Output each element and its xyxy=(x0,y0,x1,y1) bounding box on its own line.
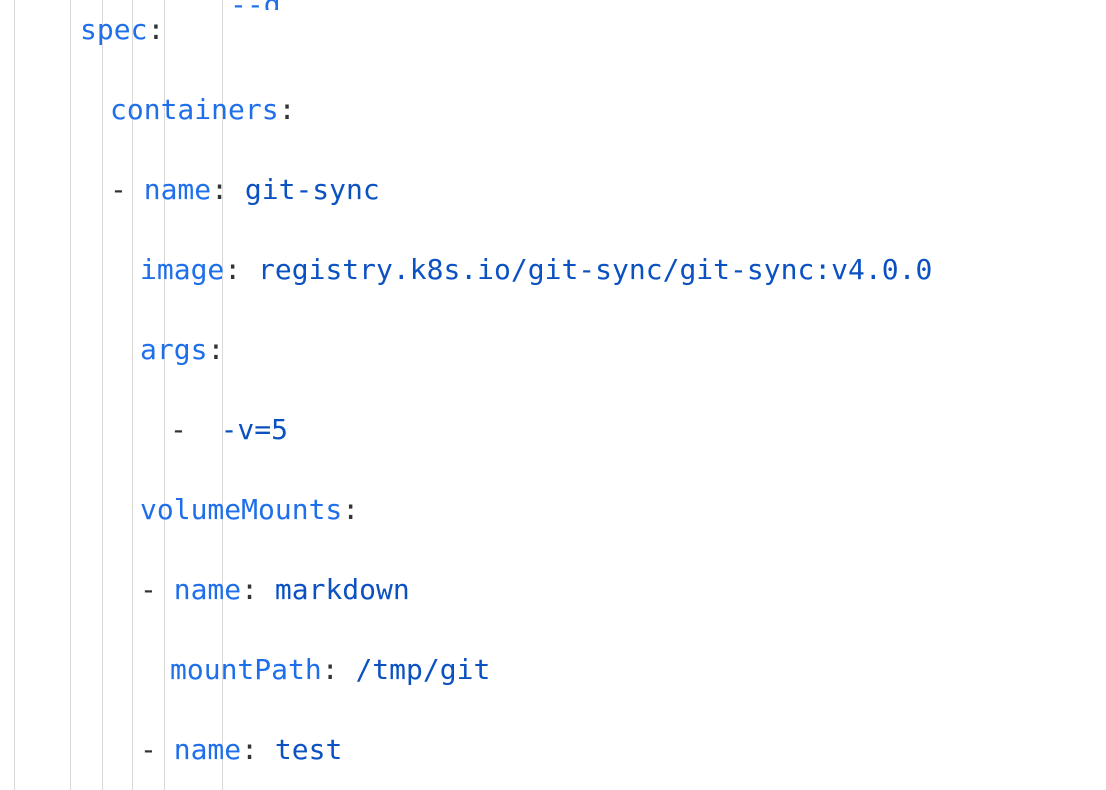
yaml-dash: - xyxy=(110,173,144,206)
yaml-colon: : xyxy=(207,333,224,366)
code-editor-viewport: --gspec: containers: - name: git-sync im… xyxy=(0,0,1106,790)
yaml-key: mountPath xyxy=(170,653,322,686)
code-line[interactable]: spec: xyxy=(10,10,1106,50)
yaml-key: args xyxy=(140,333,207,366)
code-line[interactable]: args: xyxy=(10,330,1106,370)
yaml-value: /tmp/git xyxy=(355,653,490,686)
code-line[interactable]: containers: xyxy=(10,90,1106,130)
yaml-colon: : xyxy=(279,93,296,126)
yaml-key: containers xyxy=(110,93,279,126)
yaml-key: name xyxy=(144,173,211,206)
code-line[interactable]: volumeMounts: xyxy=(10,490,1106,530)
yaml-key: spec xyxy=(80,13,147,46)
yaml-colon: : xyxy=(322,653,339,686)
yaml-colon: : xyxy=(147,13,164,46)
partial-top-line: --g xyxy=(10,0,1106,10)
yaml-key: image xyxy=(140,253,224,286)
yaml-key: volumeMounts xyxy=(140,493,342,526)
code-line[interactable]: - -v=5 xyxy=(10,410,1106,450)
yaml-dash: - xyxy=(170,413,204,446)
yaml-key: name xyxy=(174,733,241,766)
code-line[interactable]: - name: git-sync xyxy=(10,170,1106,210)
yaml-colon: : xyxy=(224,253,241,286)
yaml-value: markdown xyxy=(275,573,410,606)
yaml-value: test xyxy=(275,733,342,766)
yaml-value: registry.k8s.io/git-sync/git-sync:v4.0.0 xyxy=(258,253,932,286)
yaml-key: name xyxy=(174,573,241,606)
yaml-dash: - xyxy=(140,733,174,766)
code-token: --g xyxy=(230,0,281,10)
yaml-colon: : xyxy=(211,173,228,206)
yaml-colon: : xyxy=(241,573,258,606)
code-line[interactable]: - name: test xyxy=(10,730,1106,770)
yaml-value: git-sync xyxy=(245,173,380,206)
yaml-dash: - xyxy=(140,573,174,606)
code-line[interactable]: - name: markdown xyxy=(10,570,1106,610)
yaml-colon: : xyxy=(342,493,359,526)
yaml-code-block[interactable]: --gspec: containers: - name: git-sync im… xyxy=(0,0,1106,790)
code-line[interactable]: mountPath: /tmp/git xyxy=(10,650,1106,690)
yaml-value: -v=5 xyxy=(221,413,288,446)
yaml-colon: : xyxy=(241,733,258,766)
code-line[interactable]: image: registry.k8s.io/git-sync/git-sync… xyxy=(10,250,1106,290)
